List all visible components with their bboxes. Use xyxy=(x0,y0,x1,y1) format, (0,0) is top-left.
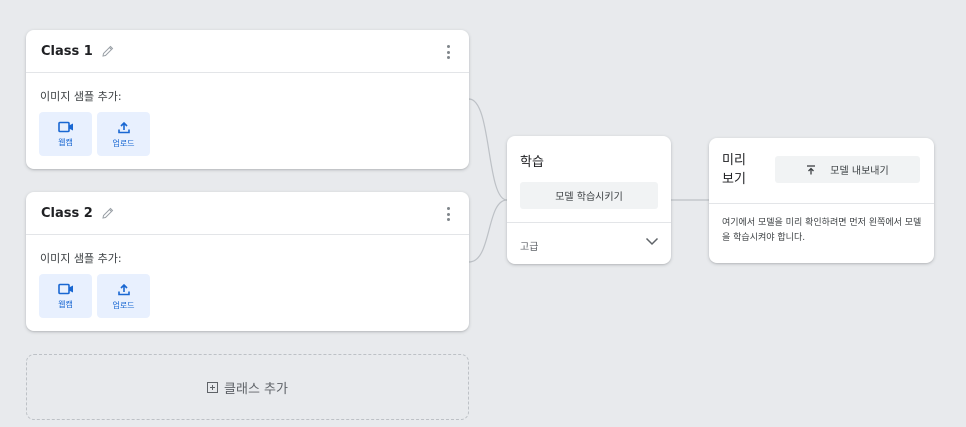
upload-icon xyxy=(117,283,130,296)
class-card-1: Class 1 이미지 샘플 추가: 웹캠 업로드 xyxy=(26,30,469,169)
divider xyxy=(507,222,671,223)
upload-label: 업로드 xyxy=(112,139,135,148)
upload-button[interactable]: 업로드 xyxy=(97,274,150,318)
advanced-toggle-label[interactable]: 고급 xyxy=(520,238,538,253)
export-model-label: 모델 내보내기 xyxy=(830,166,889,177)
export-icon xyxy=(807,164,816,174)
train-model-button[interactable]: 모델 학습시키기 xyxy=(520,182,658,209)
export-model-button[interactable]: 모델 내보내기 xyxy=(775,156,920,183)
class-card-2: Class 2 이미지 샘플 추가: 웹캠 업로드 xyxy=(26,192,469,331)
more-vert-icon[interactable] xyxy=(447,45,451,59)
more-vert-icon[interactable] xyxy=(447,207,451,221)
chevron-down-icon[interactable] xyxy=(645,237,659,246)
add-class-label: 클래스 추가 xyxy=(224,381,288,397)
divider xyxy=(709,203,934,204)
training-card: 학습 모델 학습시키기 고급 xyxy=(507,136,671,264)
webcam-label: 웹캠 xyxy=(58,138,73,147)
preview-message: 여기에서 모델을 미리 확인하려면 먼저 왼쪽에서 모델을 학습시켜야 합니다. xyxy=(722,218,922,243)
webcam-button[interactable]: 웹캠 xyxy=(39,112,92,156)
upload-icon xyxy=(117,121,130,134)
upload-label: 업로드 xyxy=(112,301,135,310)
pencil-icon[interactable] xyxy=(101,206,115,220)
webcam-label: 웹캠 xyxy=(58,300,73,309)
webcam-icon xyxy=(57,121,73,133)
preview-card: 미리 보기 모델 내보내기 여기에서 모델을 미리 확인하려면 먼저 왼쪽에서 … xyxy=(709,138,934,263)
upload-button[interactable]: 업로드 xyxy=(97,112,150,156)
class-card-header: Class 1 xyxy=(26,30,469,73)
pencil-icon[interactable] xyxy=(101,44,115,58)
add-samples-label: 이미지 샘플 추가: xyxy=(40,90,122,103)
add-class-button[interactable]: 클래스 추가 xyxy=(26,354,469,420)
webcam-button[interactable]: 웹캠 xyxy=(39,274,92,318)
add-box-icon xyxy=(207,381,219,393)
class-card-header: Class 2 xyxy=(26,192,469,235)
class-name[interactable]: Class 1 xyxy=(41,44,93,59)
webcam-icon xyxy=(57,283,73,295)
add-samples-label: 이미지 샘플 추가: xyxy=(40,252,122,265)
training-title: 학습 xyxy=(520,155,544,170)
class-name[interactable]: Class 2 xyxy=(41,206,93,221)
preview-title: 미리 보기 xyxy=(722,153,746,187)
